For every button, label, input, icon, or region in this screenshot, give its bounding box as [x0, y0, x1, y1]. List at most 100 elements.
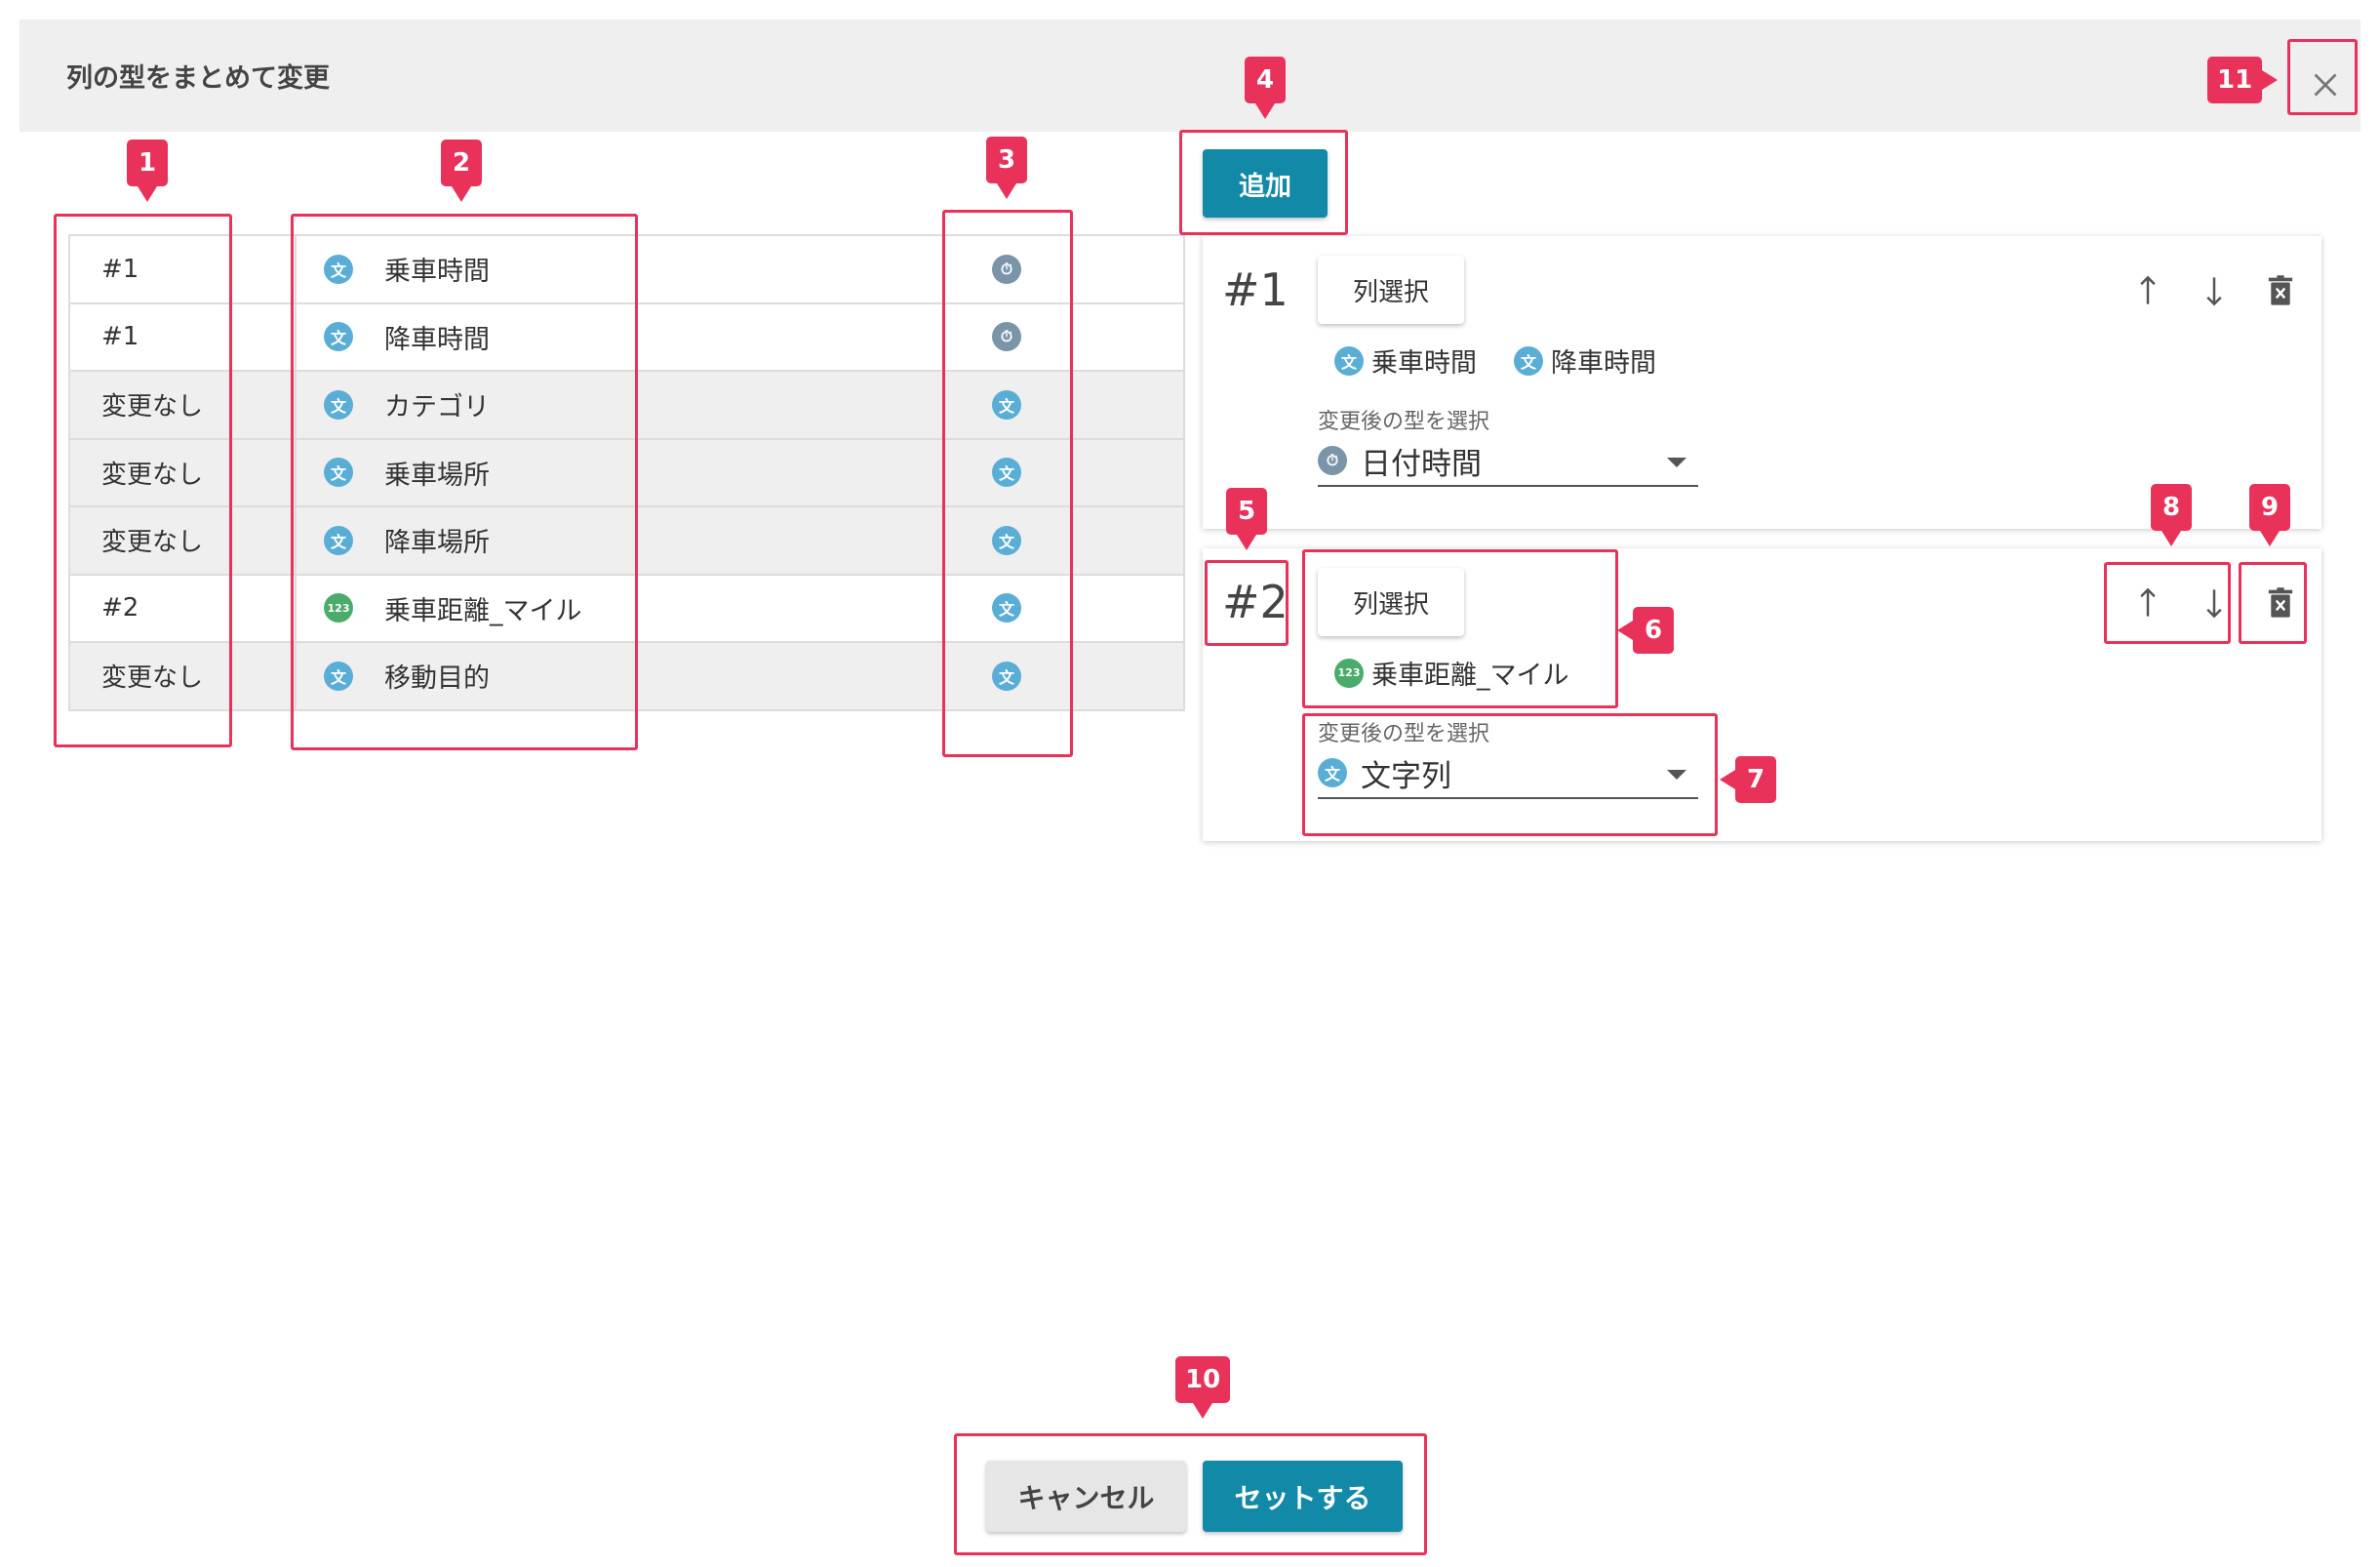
group-label: 変更なし: [101, 663, 204, 694]
divider: [295, 507, 297, 574]
text-type-icon: 文: [1514, 345, 1543, 376]
type-select[interactable]: 文 文字列: [1318, 748, 1698, 799]
trash-icon: [2268, 587, 2293, 618]
column-name: 乗車時間: [384, 257, 490, 288]
dialog-header: 列の型をまとめて変更: [20, 20, 2360, 132]
type-select-label: 変更後の型を選択: [1318, 722, 1490, 746]
delete-group-button[interactable]: [2247, 572, 2314, 634]
column-name: カテゴリ: [384, 392, 490, 423]
annotation-badge: 1: [127, 140, 168, 186]
divider: [295, 303, 297, 370]
column-select-button[interactable]: 列選択: [1318, 568, 1464, 636]
column-name: 降車場所: [384, 528, 490, 559]
arrow-down-icon: [2206, 589, 2222, 619]
group-number: #2: [1222, 576, 1289, 628]
divider: [295, 643, 297, 709]
type-select[interactable]: ⏱ 日付時間: [1318, 436, 1698, 487]
number-type-icon: 123: [324, 593, 353, 623]
column-name: 降車時間: [384, 324, 490, 355]
group-number: #1: [1222, 263, 1289, 316]
close-icon: [2314, 73, 2337, 97]
dropdown-caret-icon: [1667, 770, 1686, 780]
selected-columns: 123 乗車距離_マイル: [1334, 654, 1569, 692]
table-row: #1 文 乗車時間 ⏱: [68, 236, 1185, 304]
group-label: 変更なし: [101, 392, 204, 422]
annotation-badge: 10: [1175, 1356, 1231, 1403]
table-row: 変更なし 文 移動目的 文: [68, 643, 1185, 711]
annotation-badge: 5: [1226, 488, 1267, 535]
text-type-icon: 文: [324, 525, 353, 555]
annotation-badge: 7: [1735, 756, 1776, 803]
annotation-badge: 8: [2151, 484, 2192, 531]
text-type-icon: 文: [1318, 758, 1347, 787]
chip-label: 乗車距離_マイル: [1371, 661, 1569, 691]
text-type-icon: 文: [324, 254, 353, 284]
move-down-button[interactable]: [2181, 572, 2247, 634]
divider: [295, 372, 297, 438]
datetime-type-icon: ⏱: [992, 254, 1021, 284]
group-label: #1: [101, 254, 139, 284]
table-row: #2 123 乗車距離_マイル 文: [68, 575, 1185, 643]
column-chip: 文 降車時間: [1514, 342, 1656, 380]
text-type-icon: 文: [992, 661, 1021, 691]
dialog-title: 列の型をまとめて変更: [66, 63, 330, 94]
chip-label: 降車時間: [1551, 348, 1656, 379]
annotation-badge: 9: [2249, 484, 2290, 531]
table-row: 変更なし 文 カテゴリ 文: [68, 372, 1185, 440]
group-label: 変更なし: [101, 528, 204, 558]
move-down-button[interactable]: [2181, 260, 2247, 322]
group-actions: [2115, 572, 2314, 634]
type-select-value: 文字列: [1361, 758, 1451, 794]
group-label: #1: [101, 322, 139, 352]
group-label: #2: [101, 593, 139, 623]
text-type-icon: 文: [1334, 345, 1364, 376]
delete-group-button[interactable]: [2247, 260, 2314, 322]
cancel-button[interactable]: キャンセル: [986, 1461, 1186, 1532]
move-up-button[interactable]: [2115, 572, 2181, 634]
chip-label: 乗車時間: [1371, 348, 1477, 379]
number-type-icon: 123: [1334, 658, 1364, 688]
arrow-down-icon: [2206, 277, 2222, 306]
divider: [295, 575, 297, 641]
add-group-button[interactable]: 追加: [1203, 149, 1328, 218]
text-type-icon: 文: [324, 661, 353, 691]
selected-columns: 文 乗車時間 文 降車時間: [1334, 342, 1656, 380]
arrow-up-icon: [2140, 587, 2156, 617]
column-name: 移動目的: [384, 663, 490, 695]
type-select-value: 日付時間: [1361, 446, 1482, 482]
text-type-icon: 文: [992, 389, 1021, 420]
column-chip: 123 乗車距離_マイル: [1334, 654, 1569, 692]
annotation-badge: 6: [1633, 607, 1674, 654]
table-row: #1 文 降車時間 ⏱: [68, 303, 1185, 372]
annotation-badge: 4: [1245, 57, 1286, 103]
text-type-icon: 文: [992, 458, 1021, 488]
group-actions: [2115, 260, 2314, 322]
text-type-icon: 文: [324, 322, 353, 352]
apply-button[interactable]: セットする: [1203, 1461, 1403, 1532]
annotation-badge: 11: [2207, 57, 2263, 103]
close-button[interactable]: [2297, 57, 2354, 113]
text-type-icon: 文: [992, 593, 1021, 623]
column-select-button[interactable]: 列選択: [1318, 256, 1464, 324]
text-type-icon: 文: [992, 525, 1021, 555]
text-type-icon: 文: [324, 458, 353, 488]
column-name: 乗車場所: [384, 460, 490, 491]
move-up-button[interactable]: [2115, 260, 2181, 322]
trash-icon: [2268, 275, 2293, 305]
text-type-icon: 文: [324, 389, 353, 420]
annotation-badge: 3: [986, 137, 1027, 183]
table-row: 変更なし 文 乗車場所 文: [68, 439, 1185, 507]
datetime-type-icon: ⏱: [992, 322, 1021, 352]
column-name: 乗車距離_マイル: [384, 595, 582, 626]
type-select-label: 変更後の型を選択: [1318, 410, 1490, 434]
arrow-up-icon: [2140, 275, 2156, 304]
dropdown-caret-icon: [1667, 458, 1686, 467]
divider: [295, 439, 297, 505]
group-label: 変更なし: [101, 460, 204, 490]
column-table: #1 文 乗車時間 ⏱ #1 文 降車時間 ⏱ 変更なし 文 カテゴリ 文 変更…: [68, 234, 1185, 711]
datetime-type-icon: ⏱: [1318, 446, 1347, 475]
divider: [295, 236, 297, 302]
annotation-badge: 2: [441, 140, 482, 186]
table-row: 変更なし 文 降車場所 文: [68, 507, 1185, 576]
column-chip: 文 乗車時間: [1334, 342, 1477, 380]
